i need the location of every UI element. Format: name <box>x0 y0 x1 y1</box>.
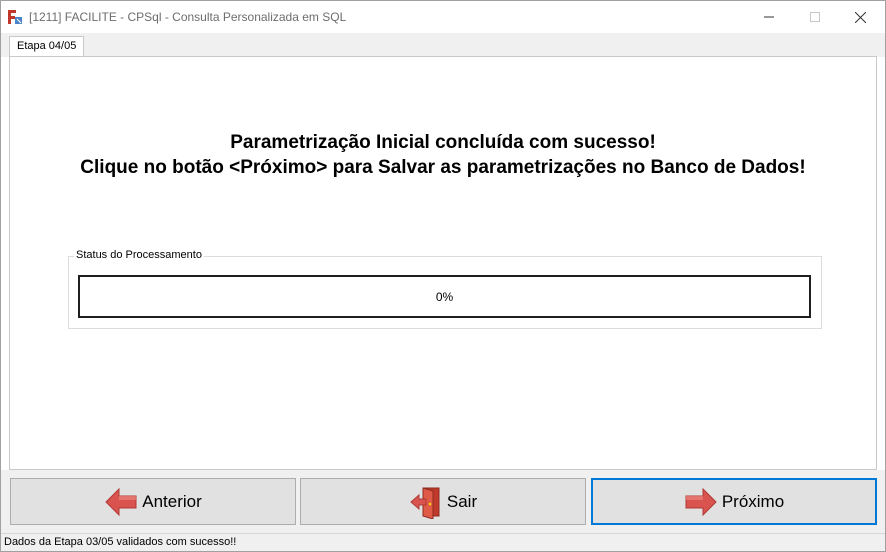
main-panel: Parametrização Inicial concluída com suc… <box>9 56 877 470</box>
processing-status-group: Status do Processamento 0% <box>68 249 822 329</box>
title-bar[interactable]: [1211] FACILITE - CPSql - Consulta Perso… <box>1 1 885 33</box>
exit-button[interactable]: Sair <box>300 478 586 525</box>
next-button-label: Próximo <box>721 491 785 511</box>
left-arrow-icon <box>104 485 138 519</box>
button-bar: Anterior Sair Próximo <box>1 470 885 533</box>
tab-etapa-04[interactable]: Etapa 04/05 <box>9 36 85 58</box>
maximize-icon <box>810 12 820 22</box>
group-label: Status do Processamento <box>74 249 204 261</box>
exit-button-label: Sair <box>446 491 478 511</box>
app-window: [1211] FACILITE - CPSql - Consulta Perso… <box>0 0 886 552</box>
previous-button[interactable]: Anterior <box>10 478 296 525</box>
close-icon <box>854 11 866 23</box>
progress-bar: 0% <box>78 275 811 318</box>
status-bar: Dados da Etapa 03/05 validados com suces… <box>1 533 885 551</box>
window-title: [1211] FACILITE - CPSql - Consulta Perso… <box>29 10 347 24</box>
next-button[interactable]: Próximo <box>591 478 877 525</box>
exit-door-icon <box>409 485 443 520</box>
completion-message: Parametrização Inicial concluída com suc… <box>10 130 876 180</box>
tab-strip: Etapa 04/05 <box>1 33 885 58</box>
heading-line-2: Clique no botão <Próximo> para Salvar as… <box>80 157 806 178</box>
close-button[interactable] <box>837 1 883 33</box>
previous-button-label: Anterior <box>142 491 202 511</box>
maximize-button <box>792 1 838 33</box>
heading-line-1: Parametrização Inicial concluída com suc… <box>230 132 656 153</box>
minimize-icon <box>764 16 774 18</box>
right-arrow-icon <box>684 485 718 519</box>
minimize-button[interactable] <box>746 1 792 33</box>
facilite-app-icon <box>7 9 23 25</box>
progress-text: 0% <box>435 289 454 304</box>
